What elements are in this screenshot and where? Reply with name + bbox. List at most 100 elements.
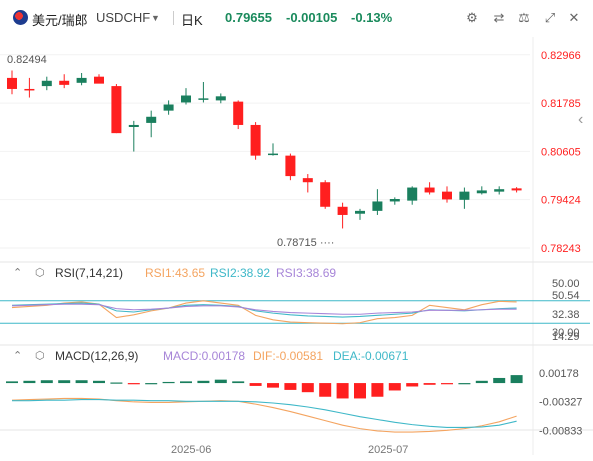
- macd-histogram-bar: [475, 380, 488, 384]
- price-tick-label: 0.80605: [541, 146, 581, 158]
- last-price: 0.79655: [225, 10, 272, 25]
- rsi-header: ⌃ ⬡ RSI(7,14,21) RSI1:43.65 RSI2:38.92 R…: [0, 266, 593, 284]
- symbol-code[interactable]: USDCHF: [96, 10, 150, 25]
- candle-body: [442, 191, 452, 200]
- rsi-line-rsi2: [11, 302, 517, 318]
- macd-histogram-bar: [232, 381, 245, 384]
- x-axis-label: 2025-06: [171, 444, 211, 456]
- dea-value: DEA:-0.00671: [333, 349, 409, 363]
- candle-body: [268, 153, 278, 156]
- macd-value: MACD:0.00178: [163, 349, 246, 363]
- candle-body: [337, 206, 348, 215]
- rsi-tick-label: 30.00: [552, 327, 580, 339]
- macd-histogram-bar: [458, 383, 471, 385]
- scale-icon[interactable]: ⚖: [515, 10, 533, 26]
- macd-histogram-bar: [145, 383, 158, 385]
- candle-body: [24, 88, 35, 91]
- settings-icon[interactable]: ⬡: [35, 349, 45, 362]
- macd-histogram-bar: [110, 382, 123, 384]
- candle-body: [146, 116, 157, 123]
- price-tick-label: 0.79424: [541, 195, 581, 207]
- symbol-dropdown-icon[interactable]: ▼: [151, 13, 160, 23]
- macd-histogram-bar: [180, 381, 192, 384]
- candle-body: [320, 182, 331, 207]
- macd-histogram-bar: [214, 379, 227, 384]
- divider: [173, 11, 174, 25]
- price-tick-label: 0.81785: [541, 98, 581, 110]
- candle-body: [59, 80, 70, 85]
- macd-histogram-bar: [406, 383, 419, 387]
- macd-histogram-bar: [284, 383, 297, 390]
- macd-histogram-bar: [493, 377, 506, 384]
- macd-header: ⌃ ⬡ MACD(12,26,9) MACD:0.00178 DIF:-0.00…: [0, 349, 593, 367]
- collapse-icon[interactable]: ⌃: [13, 349, 22, 362]
- candle-body: [215, 96, 226, 101]
- candle-body: [372, 201, 383, 211]
- scroll-handle-icon: ‹: [578, 111, 583, 128]
- flag-icon: [13, 10, 28, 25]
- shuffle-icon[interactable]: ⇄: [490, 10, 508, 26]
- price-change-percent: -0.13%: [351, 10, 393, 25]
- candle-body: [111, 86, 122, 134]
- price-chart[interactable]: 0.82966 0.81785 0.80605 0.79424 0.78243 ‹ 0.82…: [0, 0, 593, 461]
- macd-histogram-bar: [162, 381, 175, 384]
- macd-histogram-bar: [301, 383, 314, 393]
- macd-label: MACD(12,26,9): [55, 349, 139, 363]
- high-annotation: 0.82494: [7, 54, 47, 66]
- macd-histogram-bar: [6, 381, 18, 384]
- candle-body: [459, 191, 470, 200]
- macd-histogram-bar: [75, 380, 88, 384]
- macd-histogram-bar: [23, 380, 36, 384]
- macd-histogram-bar: [510, 375, 523, 384]
- price-tick-label: 0.78243: [541, 243, 581, 255]
- macd-histogram-bar: [371, 383, 384, 397]
- macd-histogram-bar: [58, 380, 71, 384]
- timeframe-selector[interactable]: 日K: [181, 10, 203, 29]
- collapse-icon[interactable]: ⌃: [13, 266, 22, 279]
- rsi3-value: RSI3:38.69: [276, 266, 337, 280]
- rsi-tick-label: 50.54: [552, 290, 580, 302]
- expand-icon[interactable]: ⤢: [541, 10, 559, 26]
- rsi-line-rsi1: [11, 300, 517, 325]
- x-axis-label: 2025-07: [368, 444, 408, 456]
- candle-body: [128, 124, 139, 127]
- macd-histogram-bar: [93, 380, 105, 384]
- candle-body: [233, 101, 244, 125]
- macd-tick-label: 0.00178: [539, 368, 579, 380]
- candle-body: [250, 124, 261, 156]
- macd-tick-label: -0.00327: [539, 397, 582, 409]
- candle-body: [76, 77, 87, 83]
- candle-body: [285, 155, 296, 177]
- rsi2-value: RSI2:38.92: [210, 266, 271, 280]
- dif-value: DIF:-0.00581: [253, 349, 324, 363]
- rsi-tick-label: 14.29: [552, 331, 580, 343]
- price-tick-label: 0.82966: [541, 50, 581, 62]
- candle-body: [94, 76, 104, 84]
- settings-sliders-icon[interactable]: ⚙: [463, 10, 481, 26]
- macd-histogram-bar: [423, 383, 436, 385]
- candle-body: [389, 199, 400, 202]
- candle-body: [163, 104, 174, 111]
- candle-body: [181, 95, 191, 103]
- close-icon[interactable]: ✕: [565, 10, 583, 26]
- chart-header: 美元/瑞郎 USDCHF ▼ 日K 0.79655 -0.00105 -0.13…: [0, 0, 593, 36]
- candle-body: [7, 77, 17, 89]
- low-annotation: 0.78715 ····: [277, 237, 334, 249]
- candle-body: [424, 187, 435, 193]
- candle-body: [476, 190, 487, 194]
- rsi-label: RSI(7,14,21): [55, 266, 124, 280]
- macd-histogram-bar: [354, 383, 366, 399]
- macd-histogram-bar: [336, 383, 349, 399]
- candle-body: [355, 210, 365, 214]
- candle-body: [198, 98, 209, 100]
- macd-line-dea: [12, 399, 517, 429]
- candle-body: [494, 189, 505, 192]
- pair-name[interactable]: 美元/瑞郎: [32, 10, 88, 29]
- macd-line-dif: [11, 397, 517, 433]
- rsi-line-rsi3: [11, 303, 517, 315]
- macd-histogram-bar: [441, 383, 453, 385]
- macd-histogram-bar: [127, 383, 140, 385]
- candle-body: [511, 188, 522, 191]
- candle-body: [302, 178, 313, 183]
- settings-icon[interactable]: ⬡: [35, 266, 45, 279]
